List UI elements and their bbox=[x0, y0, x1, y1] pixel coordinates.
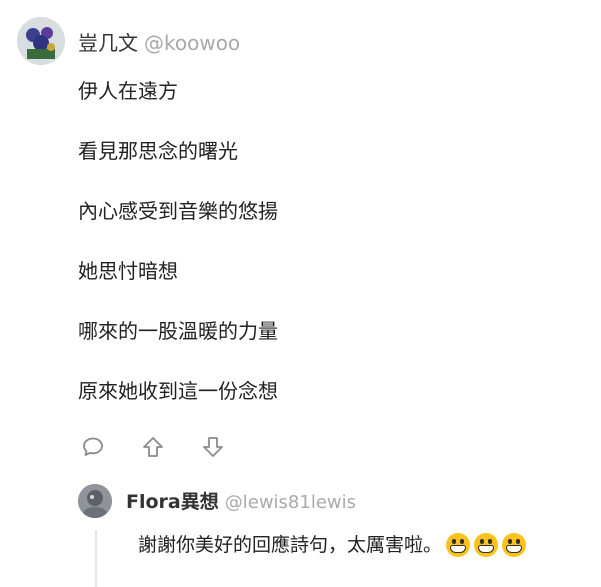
reply-author: Flora異想 @lewis81lewis bbox=[126, 490, 356, 515]
author-handle[interactable]: @koowoo bbox=[144, 31, 240, 55]
post-author: 豈几文 @koowoo bbox=[78, 31, 240, 55]
post-actions bbox=[78, 432, 228, 462]
downvote-icon bbox=[203, 437, 223, 457]
poem-line: 她思忖暗想 bbox=[78, 259, 178, 283]
poem-line: 原來她收到這一份念想 bbox=[78, 379, 278, 403]
grinning-face-icon bbox=[502, 533, 527, 557]
poem-line: 哪來的一股溫暖的力量 bbox=[78, 319, 278, 343]
reply-body: 謝謝你美好的回應詩句，太厲害啦。 bbox=[138, 532, 527, 558]
avatar-image bbox=[17, 17, 65, 65]
downvote-button[interactable] bbox=[198, 432, 228, 462]
upvote-icon bbox=[143, 437, 163, 457]
reply-comment: Flora異想 @lewis81lewis 謝謝你美好的回應詩句，太厲害啦。 bbox=[78, 484, 598, 587]
upvote-button[interactable] bbox=[138, 432, 168, 462]
poem-line: 內心感受到音樂的悠揚 bbox=[78, 199, 278, 223]
reply-author-name[interactable]: Flora異想 bbox=[126, 491, 219, 513]
emoji-group bbox=[446, 533, 527, 557]
reply-text: 謝謝你美好的回應詩句，太厲害啦。 bbox=[138, 534, 443, 556]
reply-author-handle[interactable]: @lewis81lewis bbox=[225, 492, 356, 513]
grinning-face-icon bbox=[446, 533, 471, 557]
author-name[interactable]: 豈几文 bbox=[78, 31, 138, 55]
post-body: 伊人在遠方 看見那思念的曙光 內心感受到音樂的悠揚 她思忖暗想 哪來的一股溫暖的… bbox=[78, 76, 278, 436]
comment-icon bbox=[83, 437, 103, 456]
reply-avatar-image bbox=[78, 484, 112, 518]
thread-line bbox=[95, 530, 97, 587]
comment-button[interactable] bbox=[78, 432, 108, 462]
reply-avatar[interactable] bbox=[78, 484, 112, 518]
grinning-face-icon bbox=[474, 533, 499, 557]
poem-line: 看見那思念的曙光 bbox=[78, 139, 238, 163]
author-avatar[interactable] bbox=[17, 17, 65, 65]
poem-line: 伊人在遠方 bbox=[78, 79, 178, 103]
